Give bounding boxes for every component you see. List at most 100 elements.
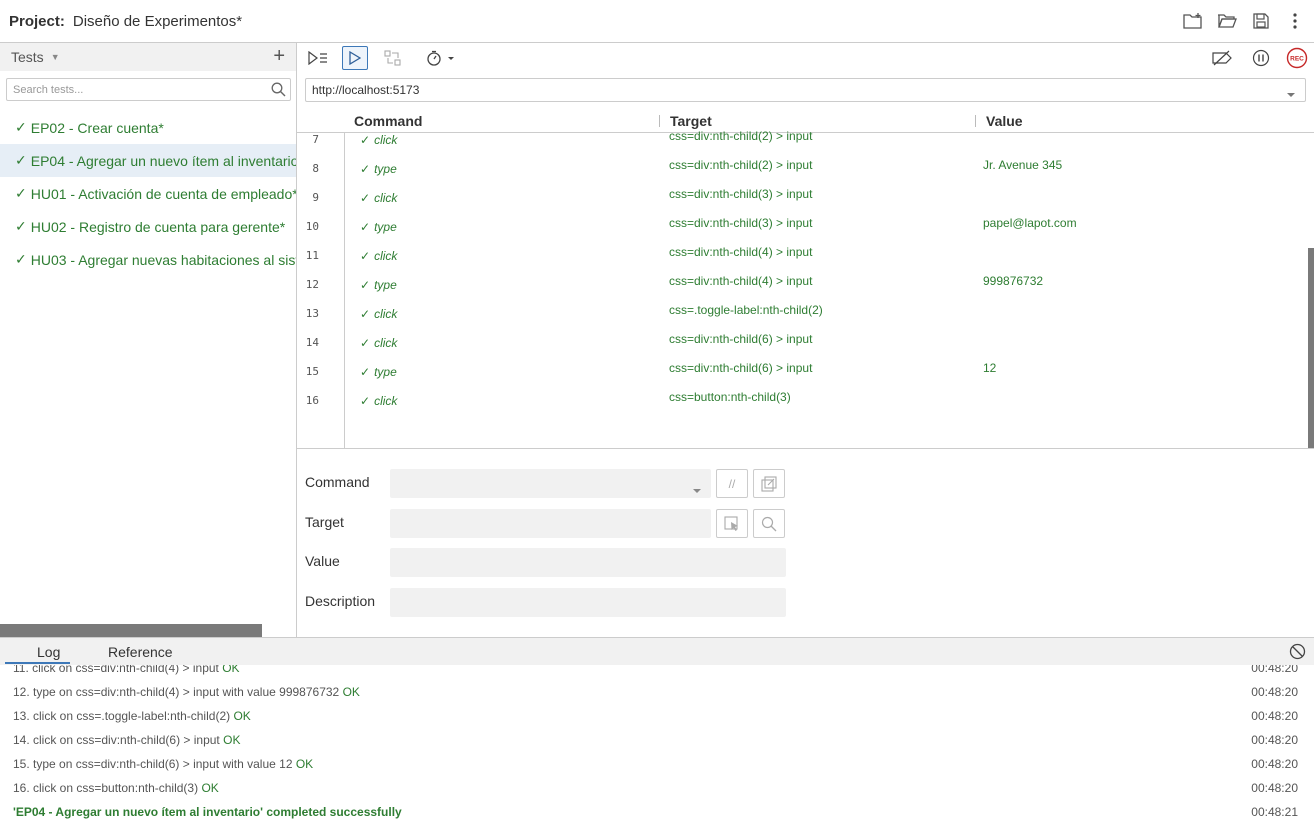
speed-timer-icon[interactable] <box>424 46 458 70</box>
row-number: 11 <box>305 249 319 262</box>
run-all-tests-icon[interactable] <box>305 46 331 70</box>
table-body: 7 ✓ click css=div:nth-child(2) > input 8 … <box>297 129 1314 448</box>
playback-toolbar: REC <box>297 43 1314 72</box>
base-url-select[interactable]: http://localhost:5173 <box>305 78 1306 102</box>
table-row[interactable]: 8 ✓ type css=div:nth-child(2) > input Jr.… <box>297 153 1301 182</box>
table-row[interactable]: 7 ✓ click css=div:nth-child(2) > input <box>297 124 1301 153</box>
log-entry: 12. type on css=div:nth-child(4) > input… <box>13 685 1298 699</box>
rec-label: REC <box>1290 56 1304 63</box>
tab-log[interactable]: Log <box>37 644 60 660</box>
passed-check-icon: ✓ <box>360 336 371 350</box>
console-panel: Log Reference 11. click on css=div:nth-c… <box>0 637 1314 823</box>
save-project-icon[interactable] <box>1250 10 1272 32</box>
log-message: 11. click on css=div:nth-child(4) > inpu… <box>13 665 219 675</box>
row-command: ✓ type <box>360 162 397 176</box>
command-text: click <box>374 191 398 205</box>
log-time: 00:48:20 <box>1251 757 1298 771</box>
tests-panel-header: Tests ▼ + <box>0 43 296 71</box>
toggle-comment-button[interactable]: // <box>716 469 748 498</box>
find-target-icon[interactable] <box>753 509 785 538</box>
value-input[interactable] <box>390 548 786 577</box>
record-button[interactable]: REC <box>1284 46 1310 70</box>
row-target: css=div:nth-child(4) > input <box>669 245 813 259</box>
table-row[interactable]: 12 ✓ type css=div:nth-child(4) > input 99… <box>297 269 1301 298</box>
log-status: OK <box>295 757 314 771</box>
test-editor-pane: REC http://localhost:5173 Command Target… <box>297 43 1314 637</box>
row-number: 9 <box>312 191 319 204</box>
new-project-icon[interactable] <box>1182 10 1204 32</box>
table-row[interactable]: 10 ✓ type css=div:nth-child(3) > input pa… <box>297 211 1301 240</box>
pause-icon[interactable] <box>1248 46 1274 70</box>
row-value: papel@lapot.com <box>983 216 1077 230</box>
caret-down-icon[interactable]: ▼ <box>51 52 60 62</box>
description-label: Description <box>305 593 376 609</box>
select-target-icon[interactable] <box>716 509 748 538</box>
test-name: EP02 - Crear cuenta* <box>30 119 164 136</box>
test-item[interactable]: ✓ HU02 - Registro de cuenta para gerente… <box>0 210 296 243</box>
table-row[interactable]: 13 ✓ click css=.toggle-label:nth-child(2) <box>297 298 1301 327</box>
open-project-icon[interactable] <box>1216 10 1238 32</box>
test-item[interactable]: ✓ HU01 - Activación de cuenta de emplead… <box>0 177 296 210</box>
command-select[interactable] <box>390 469 711 498</box>
passed-check-icon: ✓ <box>360 220 371 234</box>
log-time: 00:48:20 <box>1251 709 1298 723</box>
search-tests-input[interactable] <box>7 79 290 100</box>
more-options-icon[interactable] <box>1284 10 1306 32</box>
passed-check-icon: ✓ <box>360 191 371 205</box>
row-target: css=div:nth-child(2) > input <box>669 158 813 172</box>
description-input[interactable] <box>390 588 786 617</box>
passed-check-icon: ✓ <box>360 162 371 176</box>
row-target: css=div:nth-child(6) > input <box>669 361 813 375</box>
table-row[interactable]: 9 ✓ click css=div:nth-child(3) > input <box>297 182 1301 211</box>
row-value: 999876732 <box>983 274 1044 288</box>
log-time: 00:48:20 <box>1251 781 1298 795</box>
tab-reference[interactable]: Reference <box>108 644 173 660</box>
table-row[interactable]: 15 ✓ type css=div:nth-child(6) > input 12 <box>297 356 1301 385</box>
test-item-selected[interactable]: ✓ EP04 - Agregar un nuevo ítem al invent… <box>0 144 296 177</box>
row-number: 13 <box>305 307 319 320</box>
row-number: 16 <box>305 394 319 407</box>
row-command: ✓ type <box>360 365 397 379</box>
passed-check-icon: ✓ <box>360 249 371 263</box>
test-item[interactable]: ✓ HU03 - Agregar nuevas habitaciones al … <box>0 243 296 276</box>
base-url-value: http://localhost:5173 <box>312 83 420 97</box>
step-over-icon[interactable] <box>380 46 406 70</box>
row-command: ✓ type <box>360 278 397 292</box>
row-command: ✓ click <box>360 394 397 408</box>
chevron-down-icon[interactable] <box>1286 87 1296 101</box>
open-reference-icon[interactable] <box>753 469 785 498</box>
active-tab-indicator <box>5 662 70 664</box>
project-name[interactable]: Diseño de Experimentos* <box>73 13 242 30</box>
table-row[interactable]: 14 ✓ click css=div:nth-child(6) > input <box>297 327 1301 356</box>
command-text: click <box>374 336 398 350</box>
row-number: 8 <box>312 162 319 175</box>
passed-check-icon: ✓ <box>360 394 371 408</box>
command-text: click <box>374 249 398 263</box>
table-vertical-scrollbar[interactable] <box>1308 248 1314 448</box>
row-target: css=div:nth-child(4) > input <box>669 274 813 288</box>
log-status: OK <box>222 665 240 675</box>
log-message: 'EP04 - Agregar un nuevo ítem al inventa… <box>13 805 402 819</box>
disable-breakpoints-icon[interactable] <box>1209 46 1235 70</box>
search-icon[interactable] <box>271 82 286 102</box>
command-text: click <box>374 133 398 147</box>
test-name: HU01 - Activación de cuenta de empleado* <box>30 185 296 202</box>
table-row[interactable]: 11 ✓ click css=div:nth-child(4) > input <box>297 240 1301 269</box>
clear-log-icon[interactable] <box>1289 643 1306 665</box>
log-completion-entry: 'EP04 - Agregar un nuevo ítem al inventa… <box>13 805 1298 819</box>
row-command: ✓ click <box>360 133 397 147</box>
log-time: 00:48:21 <box>1251 805 1298 819</box>
log-entry: 14. click on css=div:nth-child(6) > inpu… <box>13 733 1298 747</box>
row-command: ✓ click <box>360 307 397 321</box>
passed-check-icon: ✓ <box>15 185 27 201</box>
tests-dropdown[interactable]: Tests <box>11 49 44 65</box>
test-item[interactable]: ✓ EP02 - Crear cuenta* <box>0 111 296 144</box>
chevron-down-icon[interactable] <box>692 481 702 499</box>
target-input[interactable] <box>390 509 711 538</box>
sidebar-horizontal-scrollbar[interactable] <box>0 624 262 637</box>
add-test-button[interactable]: + <box>273 46 285 66</box>
table-row[interactable]: 16 ✓ click css=button:nth-child(3) <box>297 385 1301 414</box>
command-text: click <box>374 394 398 408</box>
test-name: EP04 - Agregar un nuevo ítem al inventar… <box>30 152 296 169</box>
run-current-test-icon[interactable] <box>342 46 368 70</box>
